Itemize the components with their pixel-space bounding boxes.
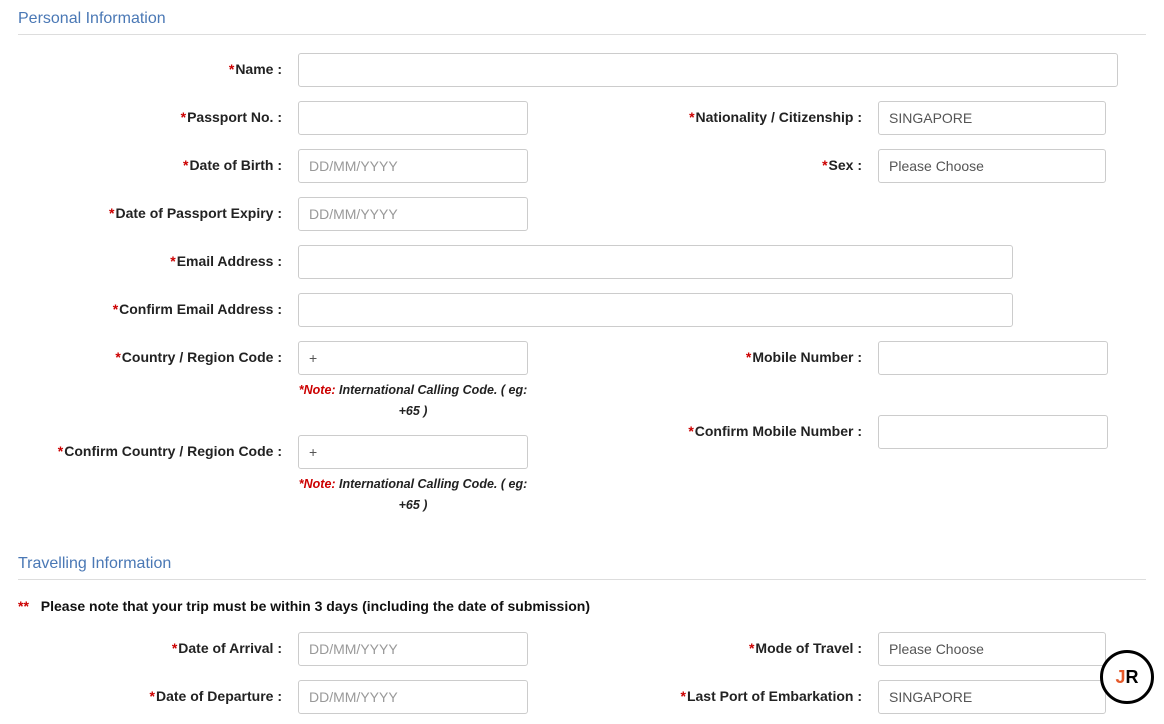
label-sex: *Sex : xyxy=(568,149,868,173)
note-text: International Calling Code. ( eg: +65 ) xyxy=(336,383,528,418)
last-port-select[interactable] xyxy=(878,680,1106,714)
required-mark: * xyxy=(172,640,177,656)
confirm-mobile-cell xyxy=(878,415,1138,449)
label-text: Confirm Mobile Number : xyxy=(695,423,862,439)
label-name: *Name : xyxy=(18,53,288,77)
label-arrival: *Date of Arrival : xyxy=(18,632,288,656)
dob-input[interactable] xyxy=(298,149,528,183)
label-text: Email Address : xyxy=(177,253,282,269)
label-text: Nationality / Citizenship : xyxy=(696,109,862,125)
country-code-cell: *Note: International Calling Code. ( eg:… xyxy=(298,341,558,421)
note-text: International Calling Code. ( eg: +65 ) xyxy=(336,477,528,512)
label-text: Date of Departure : xyxy=(156,688,282,704)
label-confirm-email: *Confirm Email Address : xyxy=(18,293,288,317)
required-mark: * xyxy=(681,688,686,704)
label-text: Date of Passport Expiry : xyxy=(116,205,283,221)
mode-travel-select[interactable] xyxy=(878,632,1106,666)
mobile-cell xyxy=(878,341,1138,375)
brand-logo: JR xyxy=(1100,650,1154,704)
label-confirm-country-code: *Confirm Country / Region Code : xyxy=(18,435,288,459)
required-mark: * xyxy=(183,157,188,173)
departure-input[interactable] xyxy=(298,680,528,714)
email-cell xyxy=(298,245,1138,279)
passport-cell xyxy=(298,101,558,135)
travel-form: *Date of Arrival : *Mode of Travel : *Da… xyxy=(18,632,1146,714)
confirm-mobile-input[interactable] xyxy=(878,415,1108,449)
section-title-personal: Personal Information xyxy=(18,10,1146,28)
note-country-code: *Note: International Calling Code. ( eg:… xyxy=(298,379,528,421)
label-text: Date of Birth : xyxy=(189,157,282,173)
label-passport-expiry: *Date of Passport Expiry : xyxy=(18,197,288,221)
label-passport: *Passport No. : xyxy=(18,101,288,125)
label-email: *Email Address : xyxy=(18,245,288,269)
label-text: Date of Arrival : xyxy=(178,640,282,656)
passport-expiry-input[interactable] xyxy=(298,197,528,231)
mode-travel-cell xyxy=(878,632,1138,666)
label-text: Last Port of Embarkation : xyxy=(687,688,862,704)
logo-text: JR xyxy=(1115,667,1138,688)
arrival-cell xyxy=(298,632,558,666)
required-mark: * xyxy=(822,157,827,173)
label-text: Name : xyxy=(235,61,282,77)
sex-cell xyxy=(878,149,1138,183)
required-mark: * xyxy=(109,205,114,221)
divider xyxy=(18,34,1146,35)
label-mobile: *Mobile Number : xyxy=(568,341,868,365)
required-mark: * xyxy=(113,301,118,317)
required-mark: * xyxy=(150,688,155,704)
departure-cell xyxy=(298,680,558,714)
label-text: Country / Region Code : xyxy=(122,349,282,365)
label-dob: *Date of Birth : xyxy=(18,149,288,173)
label-text: Mode of Travel : xyxy=(755,640,862,656)
last-port-cell xyxy=(878,680,1138,714)
section-title-travel: Travelling Information xyxy=(18,555,1146,573)
mobile-input[interactable] xyxy=(878,341,1108,375)
label-text: Confirm Country / Region Code : xyxy=(64,443,282,459)
dob-cell xyxy=(298,149,558,183)
required-mark: * xyxy=(170,253,175,269)
name-cell xyxy=(298,53,1138,87)
required-mark: * xyxy=(688,423,693,439)
required-mark: * xyxy=(746,349,751,365)
label-text: Mobile Number : xyxy=(752,349,862,365)
required-mark: * xyxy=(229,61,234,77)
label-mode-travel: *Mode of Travel : xyxy=(568,632,868,656)
divider xyxy=(18,579,1146,580)
email-input[interactable] xyxy=(298,245,1013,279)
sex-select[interactable] xyxy=(878,149,1106,183)
label-country-code: *Country / Region Code : xyxy=(18,341,288,365)
personal-form: *Name : *Passport No. : *Nationality / C… xyxy=(18,53,1146,515)
required-mark: * xyxy=(115,349,120,365)
confirm-country-code-input[interactable] xyxy=(298,435,528,469)
label-text: Passport No. : xyxy=(187,109,282,125)
required-mark: * xyxy=(181,109,186,125)
confirm-email-cell xyxy=(298,293,1138,327)
label-text: Confirm Email Address : xyxy=(119,301,282,317)
warning-mark: ** xyxy=(18,598,29,614)
country-code-input[interactable] xyxy=(298,341,528,375)
passport-expiry-cell xyxy=(298,197,558,231)
label-departure: *Date of Departure : xyxy=(18,680,288,704)
nationality-select[interactable] xyxy=(878,101,1106,135)
name-input[interactable] xyxy=(298,53,1118,87)
required-mark: * xyxy=(689,109,694,125)
note-label: *Note: xyxy=(299,477,336,491)
confirm-email-input[interactable] xyxy=(298,293,1013,327)
note-confirm-country-code: *Note: International Calling Code. ( eg:… xyxy=(298,473,528,515)
required-mark: * xyxy=(58,443,63,459)
arrival-input[interactable] xyxy=(298,632,528,666)
confirm-country-code-cell: *Note: International Calling Code. ( eg:… xyxy=(298,435,558,515)
nationality-cell xyxy=(878,101,1138,135)
label-confirm-mobile: *Confirm Mobile Number : xyxy=(568,415,868,439)
note-label: *Note: xyxy=(299,383,336,397)
label-nationality: *Nationality / Citizenship : xyxy=(568,101,868,125)
warning-text: Please note that your trip must be withi… xyxy=(41,598,590,614)
trip-warning: ** Please note that your trip must be wi… xyxy=(18,598,1146,614)
label-text: Sex : xyxy=(829,157,862,173)
required-mark: * xyxy=(749,640,754,656)
label-last-port: *Last Port of Embarkation : xyxy=(568,680,868,704)
passport-input[interactable] xyxy=(298,101,528,135)
